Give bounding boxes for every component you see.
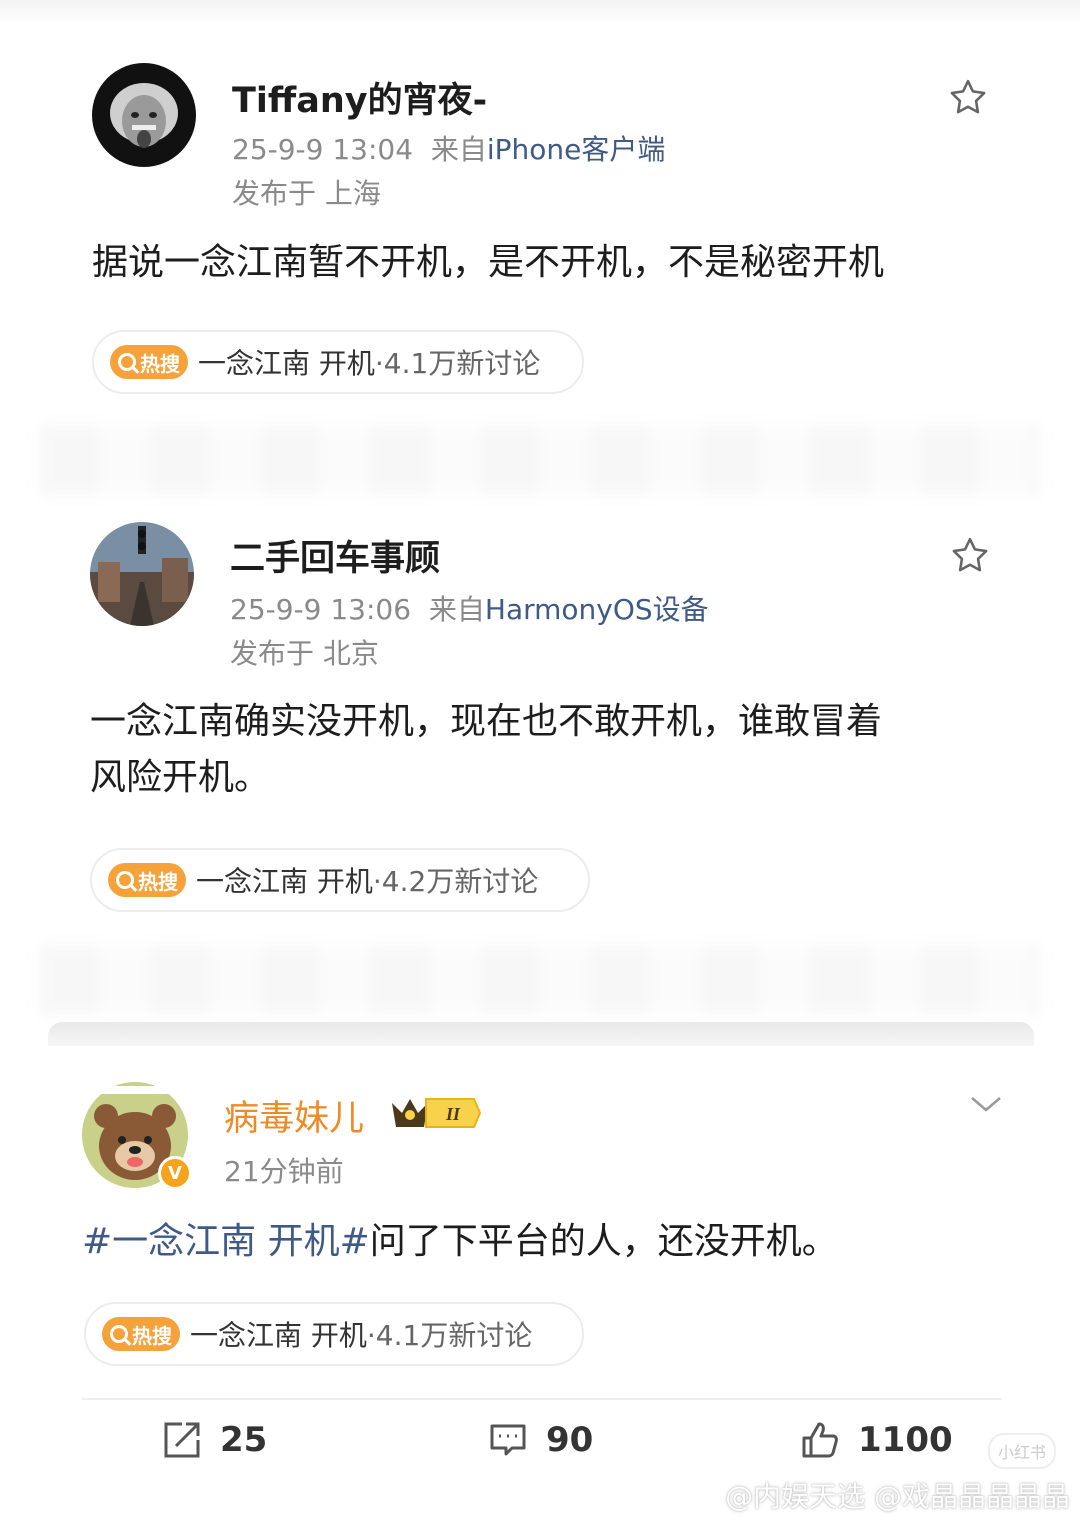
post-meta: 25-9-9 13:06 来自HarmonyOS设备 (230, 588, 709, 628)
post-time: 25-9-9 13:04 (232, 133, 414, 166)
post-time: 25-9-9 13:06 (230, 593, 412, 626)
post-time: 21分钟前 (224, 1155, 344, 1188)
avatar[interactable] (90, 522, 194, 626)
hot-topic: 一念江南 开机 (198, 347, 375, 380)
from-prefix: 来自 (430, 133, 487, 166)
hot-search-badge: 热搜 (108, 863, 186, 897)
from-prefix: 来自 (428, 593, 485, 626)
vip-level: II (445, 1104, 461, 1124)
chevron-down-icon[interactable] (968, 1090, 1004, 1118)
thumbs-up-icon (802, 1422, 838, 1458)
hot-count: ·4.1万新讨论 (366, 1319, 533, 1352)
search-icon (116, 871, 134, 889)
hot-search-badge: 热搜 (102, 1317, 180, 1351)
post-meta: 25-9-9 13:04 来自iPhone客户端 (232, 128, 665, 168)
hot-search-pill[interactable]: 热搜 一念江南 开机 ·4.1万新讨论 (92, 330, 584, 394)
blurred-row (40, 945, 1040, 1015)
vip-level-badge-icon: II (392, 1098, 482, 1128)
blurred-row (40, 425, 1040, 495)
post-text: #一念江南 开机#问了下平台的人，还没开机。 (82, 1214, 838, 1270)
hot-topic: 一念江南 开机 (190, 1319, 367, 1352)
comment-count: 90 (546, 1420, 594, 1460)
post-text-line: 一念江南确实没开机，现在也不敢开机，谁敢冒着 (90, 701, 883, 742)
watermark-text: @内娱天选 @戏晶晶晶晶晶 (725, 1480, 1070, 1513)
search-icon (110, 1325, 128, 1343)
post-text: 一念江南确实没开机，现在也不敢开机，谁敢冒着 风险开机。 (90, 694, 882, 806)
like-button[interactable]: 1100 (800, 1420, 953, 1460)
hot-count: ·4.1万新讨论 (374, 347, 541, 380)
username[interactable]: 二手回车事顾 (230, 530, 440, 581)
comment-button[interactable]: 90 (488, 1420, 593, 1460)
hashtag-link[interactable]: #一念江南 开机# (82, 1221, 370, 1262)
top-edge (0, 0, 1080, 24)
repost-button[interactable]: 25 (162, 1420, 267, 1460)
hot-count: ·4.2万新讨论 (372, 865, 539, 898)
weibo-screenshot: Tiffany的宵夜- 25-9-9 13:04 来自iPhone客户端 发布于… (0, 0, 1080, 1525)
weibo-logo-icon (683, 1483, 716, 1509)
post-text: 据说一念江南暂不开机，是不开机，不是秘密开机 (92, 242, 885, 283)
username[interactable]: Tiffany的宵夜- (232, 72, 487, 123)
favorite-star-icon[interactable] (948, 534, 992, 578)
post-source[interactable]: HarmonyOS设备 (485, 593, 709, 626)
post-text-line: 风险开机。 (90, 757, 271, 798)
section-separator (48, 1022, 1034, 1046)
username[interactable]: 病毒妹儿 (224, 1090, 364, 1141)
hot-search-pill[interactable]: 热搜 一念江南 开机 ·4.2万新讨论 (90, 848, 590, 912)
like-count: 1100 (858, 1420, 953, 1460)
repost-icon (164, 1422, 200, 1458)
post-location: 发布于 北京 (230, 637, 379, 670)
search-icon (118, 353, 136, 371)
favorite-star-icon[interactable] (946, 76, 990, 120)
hot-search-badge: 热搜 (110, 345, 188, 379)
hot-search-pill[interactable]: 热搜 一念江南 开机 ·4.1万新讨论 (84, 1302, 584, 1366)
hot-topic: 一念江南 开机 (196, 865, 373, 898)
comment-icon (490, 1424, 526, 1456)
verified-badge-icon: V (158, 1156, 192, 1190)
repost-count: 25 (220, 1420, 268, 1460)
watermark: @内娱天选 @戏晶晶晶晶晶 (683, 1475, 1070, 1515)
post-text-content: 问了下平台的人，还没开机。 (369, 1221, 838, 1262)
post-location: 发布于 上海 (232, 177, 381, 210)
xiaohongshu-tag: 小红书 (988, 1433, 1056, 1469)
action-divider (82, 1398, 1002, 1400)
post-source[interactable]: iPhone客户端 (487, 133, 666, 166)
avatar[interactable] (92, 63, 196, 167)
